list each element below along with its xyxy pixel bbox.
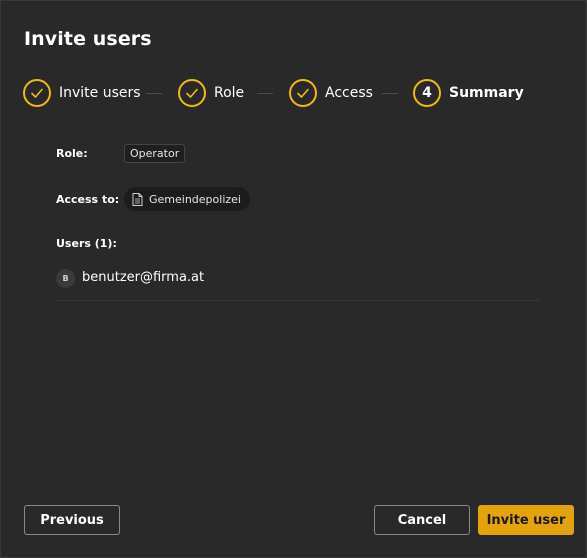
avatar: B: [56, 269, 75, 288]
step-connector: [382, 93, 398, 94]
step-current-indicator: 4: [413, 79, 441, 107]
document-icon: [132, 192, 143, 206]
user-list-item: B benutzer@firma.at: [56, 268, 541, 301]
role-tag: Operator: [124, 144, 186, 163]
step-invite-users: Invite users: [23, 78, 141, 108]
step-complete-indicator: [23, 79, 51, 107]
step-complete-indicator: [178, 79, 206, 107]
access-chip-label: Gemeindepolizei: [149, 192, 241, 206]
invite-users-dialog: Invite users Invite users Role Access 4 …: [0, 0, 587, 558]
users-label: Users (1):: [56, 237, 117, 250]
access-label: Access to:: [56, 193, 120, 206]
previous-button[interactable]: Previous: [24, 505, 120, 535]
user-email: benutzer@firma.at: [82, 270, 205, 285]
step-label: Access: [325, 85, 373, 101]
step-summary: 4 Summary: [413, 78, 524, 108]
dialog-title: Invite users: [24, 28, 152, 50]
role-label: Role:: [56, 147, 88, 160]
step-connector: [146, 93, 162, 94]
step-role: Role: [178, 78, 244, 108]
check-icon: [31, 88, 43, 98]
step-connector: [257, 93, 273, 94]
stepper: Invite users Role Access 4 Summary: [23, 78, 563, 108]
cancel-button[interactable]: Cancel: [374, 505, 470, 535]
step-label: Summary: [449, 85, 524, 101]
invite-user-button[interactable]: Invite user: [478, 505, 574, 535]
step-label: Invite users: [59, 85, 141, 101]
step-number: 4: [422, 85, 432, 101]
access-chip: Gemeindepolizei: [124, 187, 250, 211]
step-label: Role: [214, 85, 245, 101]
check-icon: [297, 88, 309, 98]
step-complete-indicator: [289, 79, 317, 107]
step-access: Access: [289, 78, 373, 108]
check-icon: [186, 88, 198, 98]
